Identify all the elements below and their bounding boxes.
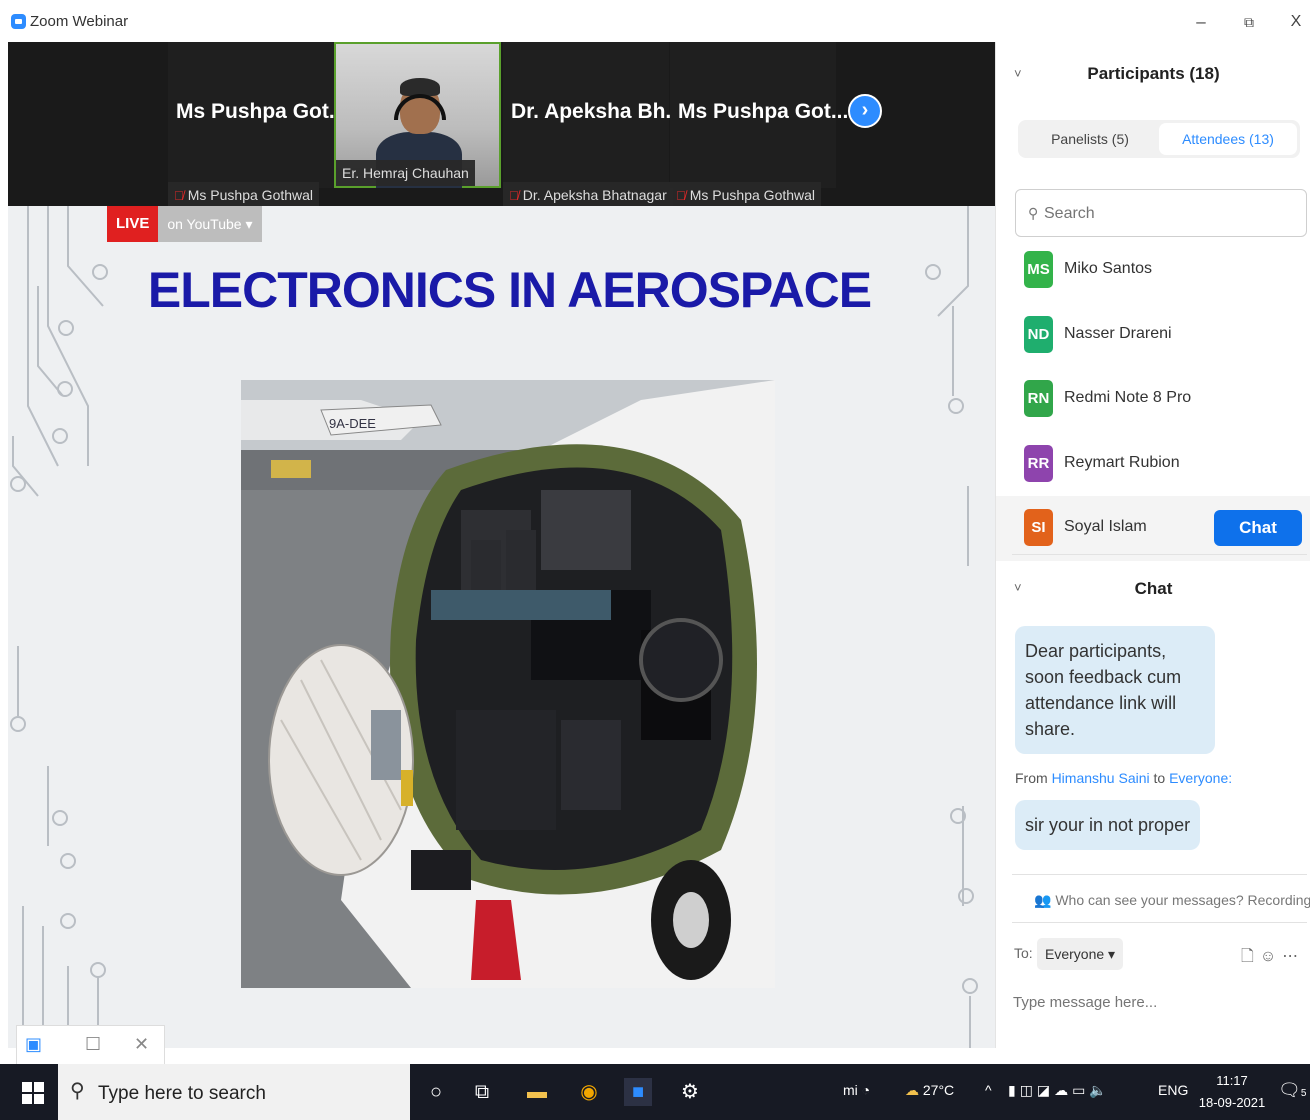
chat-tools: 🗋☺⋯ [1241, 945, 1304, 972]
video-tile-name: Dr. Apeksha Bh... [511, 100, 683, 123]
weather-widget[interactable]: ☁ 27°C [905, 1082, 954, 1099]
search-icon: ⚲ [70, 1080, 85, 1102]
next-videos-arrow-icon[interactable]: › [848, 94, 882, 128]
video-tile-active[interactable]: Er. Hemraj Chauhan [334, 42, 501, 188]
participant-name: Reymart Rubion [1064, 453, 1180, 471]
chrome-icon[interactable]: ◉ [575, 1078, 603, 1106]
mic-muted-icon: 🎙̸ [174, 188, 184, 203]
more-icon[interactable]: ⋯ [1282, 948, 1304, 965]
list-item[interactable]: SI Soyal Islam Chat [996, 496, 1310, 561]
slide-title: ELECTRONICS IN AEROSPACE [147, 262, 872, 318]
tab-attendees[interactable]: Attendees (13) [1159, 123, 1297, 155]
windows-start-icon[interactable] [22, 1082, 44, 1104]
chat-message: Dear participants, soon feedback cum att… [1015, 626, 1215, 755]
list-item[interactable]: MS Miko Santos [996, 238, 1310, 303]
video-tile-label: 🎙̸ Ms Pushpa Gothwal [670, 182, 822, 208]
chat-message-input[interactable] [1013, 988, 1298, 1016]
divider [1012, 922, 1307, 923]
video-tile-label: 🎙̸ Dr. Apeksha Bhatnagar [503, 182, 673, 208]
avatar: RN [1024, 380, 1053, 417]
chat-message: sir your in not proper [1015, 800, 1201, 851]
participants-title: Participants (18) [1087, 64, 1220, 83]
clock-time: 11:17 [1216, 1073, 1248, 1088]
window-title: Zoom Webinar [30, 13, 129, 30]
taskbar-search-placeholder: Type here to search [98, 1083, 266, 1104]
participant-name: Soyal Islam [1064, 518, 1147, 535]
tray-status-icons[interactable]: ▮◫◪☁▭🔈 [1008, 1082, 1111, 1099]
tray-app-icon[interactable]: mi ◔ [843, 1082, 870, 1098]
aircraft-avionics-photo: 9A-DEE [241, 380, 775, 988]
participants-panel: ˅ Participants (18) Panelists (5) Attend… [995, 42, 1310, 1048]
people-lock-icon: 👥 [1034, 892, 1052, 908]
chat-recipient: Everyone: [1169, 770, 1233, 786]
participant-name: Nasser Drareni [1064, 324, 1172, 342]
chat-sender: Himanshu Saini [1051, 770, 1150, 786]
window-title-bar: Zoom Webinar – ⧉ X [0, 0, 1310, 42]
list-item[interactable]: RN Redmi Note 8 Pro [996, 367, 1310, 432]
close-button[interactable]: X [1281, 8, 1310, 36]
participant-name: Miko Santos [1064, 260, 1153, 277]
language-indicator[interactable]: ENG [1158, 1082, 1188, 1098]
plane-registration: 9A-DEE [329, 416, 376, 431]
minimized-video-window[interactable]: ▣ ☐ ✕ [16, 1025, 165, 1067]
taskbar-search[interactable]: ⚲ Type here to search [58, 1064, 410, 1120]
video-tile-label: 🎙̸ Ms Pushpa Gothwal [168, 182, 320, 208]
video-tile-name: Ms Pushpa Got... [678, 100, 849, 123]
windows-taskbar: ⚲ Type here to search ○ ⧉ ▬ ◉ ■ ⚙ mi ◔ ☁… [0, 1064, 1310, 1120]
video-tile[interactable]: Ms Pushpa Got... 🎙̸ Ms Pushpa Gothwal [670, 42, 848, 208]
recipient-select[interactable]: Everyone ▾ [1037, 938, 1124, 970]
video-tile-name: Ms Pushpa Got... [176, 100, 347, 123]
restore-button[interactable]: ⧉ [1234, 8, 1264, 36]
video-tile-label: Er. Hemraj Chauhan [336, 160, 475, 186]
list-item[interactable]: ND Nasser Drareni [996, 303, 1310, 368]
avatar: ND [1024, 315, 1053, 353]
video-tile[interactable]: Ms Pushpa Got... 🎙̸ Ms Pushpa Gothwal [168, 42, 346, 208]
search-icon: ⚲ [1028, 205, 1039, 221]
notification-count: 5 [1300, 1088, 1307, 1099]
shared-screen: LIVE on YouTube ▾ ELECTRONICS IN AEROSPA… [8, 206, 995, 1048]
avatar: SI [1024, 509, 1053, 546]
divider [1012, 554, 1307, 555]
clock-date: 18-09-2021 [1198, 1095, 1266, 1110]
cortana-icon[interactable]: ○ [422, 1078, 450, 1106]
to-label: To: [1014, 945, 1033, 961]
zoom-logo-icon [11, 14, 26, 29]
youtube-label: on YouTube ▾ [158, 206, 262, 242]
notification-icon[interactable]: 🗨5 [1278, 1080, 1306, 1101]
close-icon[interactable]: ✕ [134, 1034, 149, 1055]
chat-sender-line: From Himanshu Saini to Everyone: [1015, 770, 1233, 786]
minimize-button[interactable]: – [1186, 8, 1216, 36]
task-view-icon[interactable]: ⧉ [468, 1078, 496, 1106]
privacy-note[interactable]: 👥 Who can see your messages? Recording O… [1034, 892, 1310, 909]
list-item[interactable]: RR Reymart Rubion [996, 432, 1310, 497]
settings-gear-icon[interactable]: ⚙ [676, 1078, 704, 1106]
video-tile[interactable]: Dr. Apeksha Bh... 🎙̸ Dr. Apeksha Bhatnaga… [503, 42, 683, 208]
file-explorer-icon[interactable]: ▬ [523, 1078, 551, 1106]
participant-tabs: Panelists (5) Attendees (13) [1018, 120, 1300, 158]
participant-list: MS Miko Santos ND Nasser Drareni RN Redm… [996, 238, 1310, 561]
mic-muted-icon: 🎙̸ [676, 188, 686, 203]
weather-icon: ☁ [905, 1082, 919, 1098]
live-stream-badge[interactable]: LIVE on YouTube ▾ [107, 206, 262, 242]
participant-search[interactable]: ⚲ [1015, 189, 1307, 237]
file-icon[interactable]: 🗋 [1241, 948, 1260, 965]
chat-title: Chat [1134, 579, 1173, 598]
maximize-icon[interactable]: ☐ [85, 1034, 101, 1055]
divider [1012, 874, 1307, 875]
avatar: RR [1024, 444, 1053, 482]
video-strip: Ms Pushpa Got... 🎙̸ Ms Pushpa Gothwal Er.… [8, 42, 995, 208]
tab-panelists[interactable]: Panelists (5) [1021, 123, 1159, 155]
participant-name: Redmi Note 8 Pro [1064, 389, 1192, 406]
zoom-app-icon: ▣ [25, 1034, 43, 1054]
taskbar-clock[interactable]: 11:17 18-09-2021 [1192, 1070, 1272, 1114]
chat-with-participant-button[interactable]: Chat [1214, 510, 1302, 546]
zoom-taskbar-icon[interactable]: ■ [624, 1078, 652, 1106]
emoji-icon[interactable]: ☺ [1260, 948, 1282, 965]
tray-overflow-icon[interactable]: ^ [985, 1082, 992, 1098]
live-label: LIVE [107, 206, 159, 242]
search-input[interactable] [1044, 202, 1294, 226]
avatar: MS [1024, 251, 1053, 288]
mic-muted-icon: 🎙̸ [509, 188, 519, 203]
